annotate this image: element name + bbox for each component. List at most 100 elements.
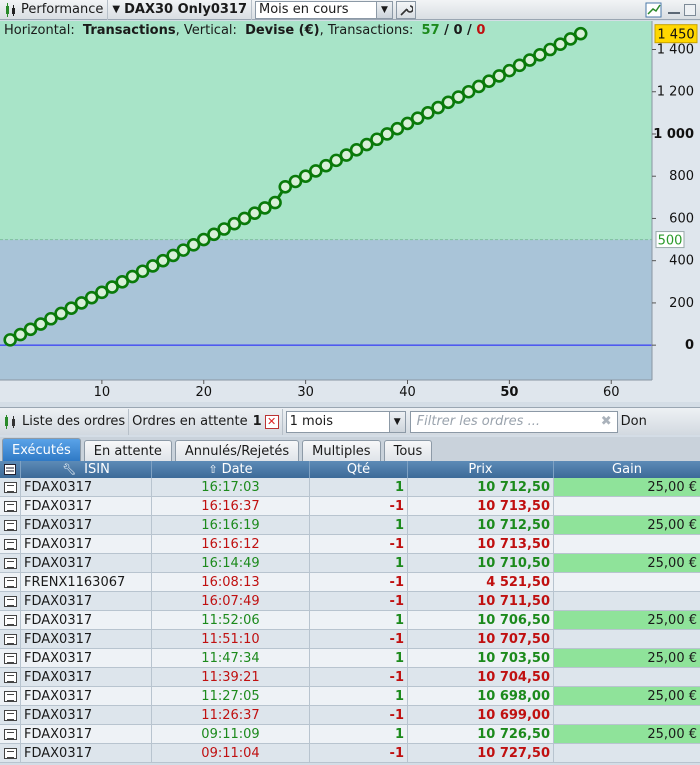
date-cell: 16:08:13 [152, 573, 310, 591]
prix-cell: 10 704,50 [408, 668, 554, 686]
chart-edit-button[interactable] [644, 1, 664, 19]
horizontal-value: Transactions [82, 23, 176, 38]
tab-multiples[interactable]: Multiples [302, 440, 381, 461]
prix-column-header[interactable]: Prix [408, 461, 554, 478]
table-row[interactable]: FDAX0317 11:47:34 1 10 703,50 25,00 € [0, 649, 700, 668]
vertical-label: , Vertical: [175, 23, 237, 38]
table-row[interactable]: FDAX0317 11:26:37 -1 10 699,00 [0, 706, 700, 725]
close-icon[interactable]: ✕ [264, 414, 279, 429]
table-row[interactable]: FDAX0317 16:16:19 1 10 712,50 25,00 € [0, 516, 700, 535]
tab-executes[interactable]: Exécutés [2, 438, 81, 461]
clear-filter-icon[interactable]: ✖ [601, 414, 612, 429]
prix-cell: 10 726,50 [408, 725, 554, 743]
qte-column-header[interactable]: Qté [310, 461, 408, 478]
table-row[interactable]: FDAX0317 16:16:37 -1 10 713,50 [0, 497, 700, 516]
date-column-header[interactable]: ⇧ Date [152, 461, 310, 478]
chevron-down-icon: ▼ [388, 411, 405, 432]
table-row[interactable]: FDAX0317 16:07:49 -1 10 711,50 [0, 592, 700, 611]
system-selector[interactable]: ▼ DAX30 Only0317 [108, 0, 253, 20]
order-detail-icon[interactable] [0, 668, 21, 686]
order-detail-icon[interactable] [0, 478, 21, 496]
qte-cell: 1 [310, 687, 408, 705]
order-detail-icon[interactable] [0, 611, 21, 629]
order-detail-icon[interactable] [0, 497, 21, 515]
qte-cell: -1 [310, 573, 408, 591]
orders-period-value: 1 mois [289, 414, 334, 429]
gain-cell [554, 592, 700, 610]
tab-annules-rejetes[interactable]: Annulés/Rejetés [174, 440, 300, 461]
tab-en-attente[interactable]: En attente [83, 440, 172, 461]
isin-cell: FDAX0317 [21, 516, 152, 534]
order-detail-icon[interactable] [0, 744, 21, 762]
isin-cell: FDAX0317 [21, 668, 152, 686]
minimize-icon[interactable] [668, 6, 680, 14]
transactions-zero: 0 [453, 23, 463, 38]
truncated-tab[interactable]: Don [618, 409, 650, 435]
order-detail-icon[interactable] [0, 649, 21, 667]
order-detail-icon[interactable] [0, 706, 21, 724]
y-tick-label: 1 000 [653, 127, 694, 142]
y-tick-label: 800 [669, 169, 694, 184]
table-row[interactable]: FDAX0317 11:51:10 -1 10 707,50 [0, 630, 700, 649]
pending-orders-tab[interactable]: Ordres en attente 1 ✕ [129, 408, 283, 435]
isin-column-header[interactable]: 🔧︎ ISIN [21, 461, 152, 478]
table-row[interactable]: FDAX0317 16:17:03 1 10 712,50 25,00 € [0, 478, 700, 497]
prix-cell: 10 707,50 [408, 630, 554, 648]
order-detail-icon[interactable] [0, 630, 21, 648]
qte-cell: -1 [310, 630, 408, 648]
order-detail-icon[interactable] [0, 516, 21, 534]
order-detail-icon[interactable] [0, 573, 21, 591]
qte-cell: 1 [310, 649, 408, 667]
qte-cell: -1 [310, 744, 408, 762]
isin-cell: FRENX1163067 [21, 573, 152, 591]
filter-orders-input[interactable]: Filtrer les ordres ... ✖ [409, 410, 618, 433]
x-tick-label: 20 [195, 385, 212, 400]
pending-orders-count: 1 [252, 414, 262, 429]
qte-cell: -1 [310, 535, 408, 553]
orders-table: 🔧︎ ISIN ⇧ Date Qté Prix Gain FDAX0317 16:… [0, 461, 700, 763]
date-cell: 11:47:34 [152, 649, 310, 667]
table-row[interactable]: FDAX0317 11:39:21 -1 10 704,50 [0, 668, 700, 687]
prix-cell: 4 521,50 [408, 573, 554, 591]
order-detail-icon[interactable] [0, 687, 21, 705]
qte-cell: -1 [310, 497, 408, 515]
prix-cell: 10 713,50 [408, 497, 554, 515]
columns-icon[interactable] [0, 461, 21, 478]
gain-column-header[interactable]: Gain [554, 461, 700, 478]
maximize-icon[interactable] [684, 3, 696, 16]
horizontal-label: Horizontal: [4, 23, 75, 38]
date-cell: 16:16:19 [152, 516, 310, 534]
table-row[interactable]: FRENX1163067 16:08:13 -1 4 521,50 [0, 573, 700, 592]
transactions-total: 57 [421, 23, 440, 38]
y-tick-label: 1 400 [657, 43, 694, 58]
prix-cell: 10 699,00 [408, 706, 554, 724]
orders-period-select[interactable]: 1 mois ▼ [285, 410, 406, 433]
order-detail-icon[interactable] [0, 554, 21, 572]
transactions-sep2: / [462, 23, 477, 38]
qte-cell: 1 [310, 554, 408, 572]
tab-tous[interactable]: Tous [383, 440, 433, 461]
gain-cell: 25,00 € [554, 478, 700, 496]
order-detail-icon[interactable] [0, 592, 21, 610]
order-detail-icon[interactable] [0, 535, 21, 553]
order-list-tab[interactable]: Liste des ordres [0, 408, 130, 435]
table-row[interactable]: FDAX0317 16:14:49 1 10 710,50 25,00 € [0, 554, 700, 573]
pending-orders-label: Ordres en attente [132, 414, 248, 429]
table-row[interactable]: FDAX0317 11:52:06 1 10 706,50 25,00 € [0, 611, 700, 630]
table-row[interactable]: FDAX0317 16:16:12 -1 10 713,50 [0, 535, 700, 554]
chart-plot: 02004006008001 0001 2001 40010 20 30 40 50 60… [0, 21, 700, 402]
period-select[interactable]: Mois en cours ▼ [255, 0, 394, 19]
performance-tab[interactable]: Performance [0, 0, 109, 20]
tab-label: En attente [93, 443, 162, 459]
table-row[interactable]: FDAX0317 09:11:04 -1 10 727,50 [0, 744, 700, 763]
settings-button[interactable] [396, 0, 417, 19]
current-value-label: 1 450 [657, 28, 694, 43]
table-row[interactable]: FDAX0317 11:27:05 1 10 698,00 25,00 € [0, 687, 700, 706]
table-row[interactable]: FDAX0317 09:11:09 1 10 726,50 25,00 € [0, 725, 700, 744]
chart-lower-area [0, 239, 652, 380]
truncated-label: Don [620, 414, 647, 429]
candlestick-icon [6, 2, 15, 17]
isin-cell: FDAX0317 [21, 687, 152, 705]
gain-cell [554, 744, 700, 762]
order-detail-icon[interactable] [0, 725, 21, 743]
